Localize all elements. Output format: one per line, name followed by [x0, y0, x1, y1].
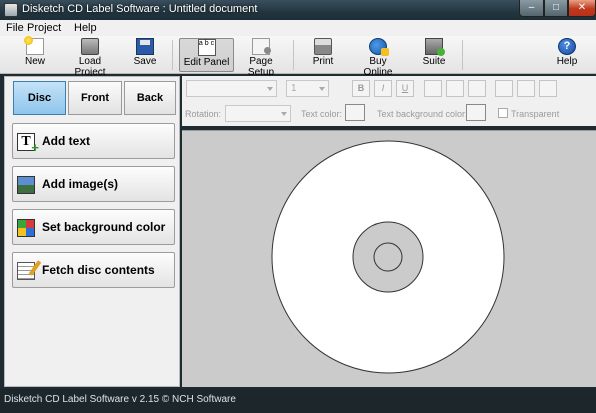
underline-button[interactable]: U	[396, 80, 414, 97]
format-bar: 1 B I U Rotation: Text color: Text backg…	[182, 76, 596, 126]
app-icon	[4, 3, 18, 17]
window-title: Disketch CD Label Software : Untitled do…	[22, 3, 258, 15]
chevron-down-icon	[281, 112, 287, 116]
fetch-disc-contents-label: Fetch disc contents	[42, 263, 155, 277]
maximize-button[interactable]: □	[544, 0, 568, 17]
page-setup-button[interactable]: Page Setup	[237, 38, 285, 78]
suite-button[interactable]: Suite	[420, 38, 448, 72]
valign-middle-button[interactable]	[517, 80, 535, 97]
rotation-label: Rotation:	[185, 109, 222, 119]
load-project-button[interactable]: Load Project	[62, 38, 118, 78]
align-center-button[interactable]	[446, 80, 464, 97]
printer-icon	[314, 38, 332, 55]
text-color-swatch[interactable]	[345, 104, 365, 121]
bold-button[interactable]: B	[352, 80, 370, 97]
add-text-label: Add text	[42, 134, 90, 148]
save-button[interactable]: Save	[130, 38, 160, 72]
set-background-color-button[interactable]: Set background color	[12, 209, 175, 245]
edit-panel-label: Edit Panel	[183, 57, 230, 68]
transparent-checkbox[interactable]	[498, 108, 508, 118]
toolbar-separator	[172, 40, 173, 70]
rotation-dropdown[interactable]	[225, 105, 291, 122]
image-icon	[17, 176, 35, 194]
fetch-list-icon	[17, 262, 35, 280]
new-button[interactable]: New	[18, 36, 52, 72]
tab-disc[interactable]: Disc	[13, 81, 66, 115]
add-images-label: Add image(s)	[42, 177, 119, 191]
font-size-dropdown[interactable]: 1	[286, 80, 329, 97]
buy-online-button[interactable]: Buy Online	[354, 38, 402, 78]
menu-bar: File Project Help	[0, 20, 596, 36]
buy-online-globe-icon	[369, 38, 389, 56]
align-left-button[interactable]	[424, 80, 442, 97]
suite-icon	[425, 38, 445, 56]
toolbar-separator	[462, 40, 463, 70]
page-setup-icon	[252, 38, 271, 55]
status-text: Disketch CD Label Software v 2.15 © NCH …	[4, 394, 236, 405]
help-label: Help	[556, 56, 578, 67]
valign-bottom-button[interactable]	[539, 80, 557, 97]
buy-online-label: Buy Online	[363, 56, 393, 78]
fetch-disc-contents-button[interactable]: Fetch disc contents	[12, 252, 175, 288]
align-right-button[interactable]	[468, 80, 486, 97]
transparent-label: Transparent	[511, 109, 560, 119]
italic-button[interactable]: I	[374, 80, 392, 97]
toolbar-separator	[293, 40, 294, 70]
save-label: Save	[133, 56, 157, 67]
valign-top-button[interactable]	[495, 80, 513, 97]
close-button[interactable]: ✕	[568, 0, 596, 17]
disc-preview	[271, 140, 505, 374]
left-panel: Disc Front Back T Add text Add image(s) …	[4, 76, 180, 387]
menu-project[interactable]: Project	[27, 22, 61, 34]
status-bar: Disketch CD Label Software v 2.15 © NCH …	[0, 389, 596, 413]
help-question-icon: ?	[558, 38, 576, 55]
chevron-down-icon	[267, 87, 273, 91]
page-setup-label: Page Setup	[247, 56, 275, 78]
add-text-button[interactable]: T Add text	[12, 123, 175, 159]
minimize-button[interactable]: –	[519, 0, 544, 17]
text-background-color-label: Text background color:	[377, 109, 468, 119]
font-dropdown[interactable]	[186, 80, 277, 97]
add-text-icon: T	[17, 133, 39, 156]
add-images-button[interactable]: Add image(s)	[12, 166, 175, 202]
load-project-icon	[81, 38, 99, 55]
font-size-value: 1	[291, 83, 297, 94]
print-label: Print	[312, 56, 334, 67]
label-canvas[interactable]	[182, 130, 596, 387]
print-button[interactable]: Print	[309, 38, 337, 72]
title-bar: Disketch CD Label Software : Untitled do…	[0, 0, 596, 20]
load-project-label: Load Project	[74, 56, 106, 78]
set-background-color-label: Set background color	[42, 220, 166, 234]
toolbar: New Load Project Save a b c Edit Panel P…	[0, 36, 596, 78]
text-background-color-swatch[interactable]	[466, 104, 486, 121]
new-label: New	[24, 56, 45, 67]
help-button[interactable]: ? Help	[553, 38, 581, 72]
save-disk-icon	[136, 38, 154, 55]
disc-center-hole	[373, 242, 403, 272]
tab-front[interactable]: Front	[68, 81, 122, 115]
suite-label: Suite	[422, 56, 446, 67]
color-palette-icon	[17, 219, 35, 237]
menu-file[interactable]: File	[6, 22, 24, 34]
edit-panel-icon: a b c	[197, 39, 216, 56]
menu-help[interactable]: Help	[74, 22, 97, 34]
edit-panel-button[interactable]: a b c Edit Panel	[179, 38, 234, 72]
tab-back[interactable]: Back	[124, 81, 176, 115]
new-document-icon	[24, 36, 44, 55]
chevron-down-icon	[319, 87, 325, 91]
text-color-label: Text color:	[301, 109, 343, 119]
